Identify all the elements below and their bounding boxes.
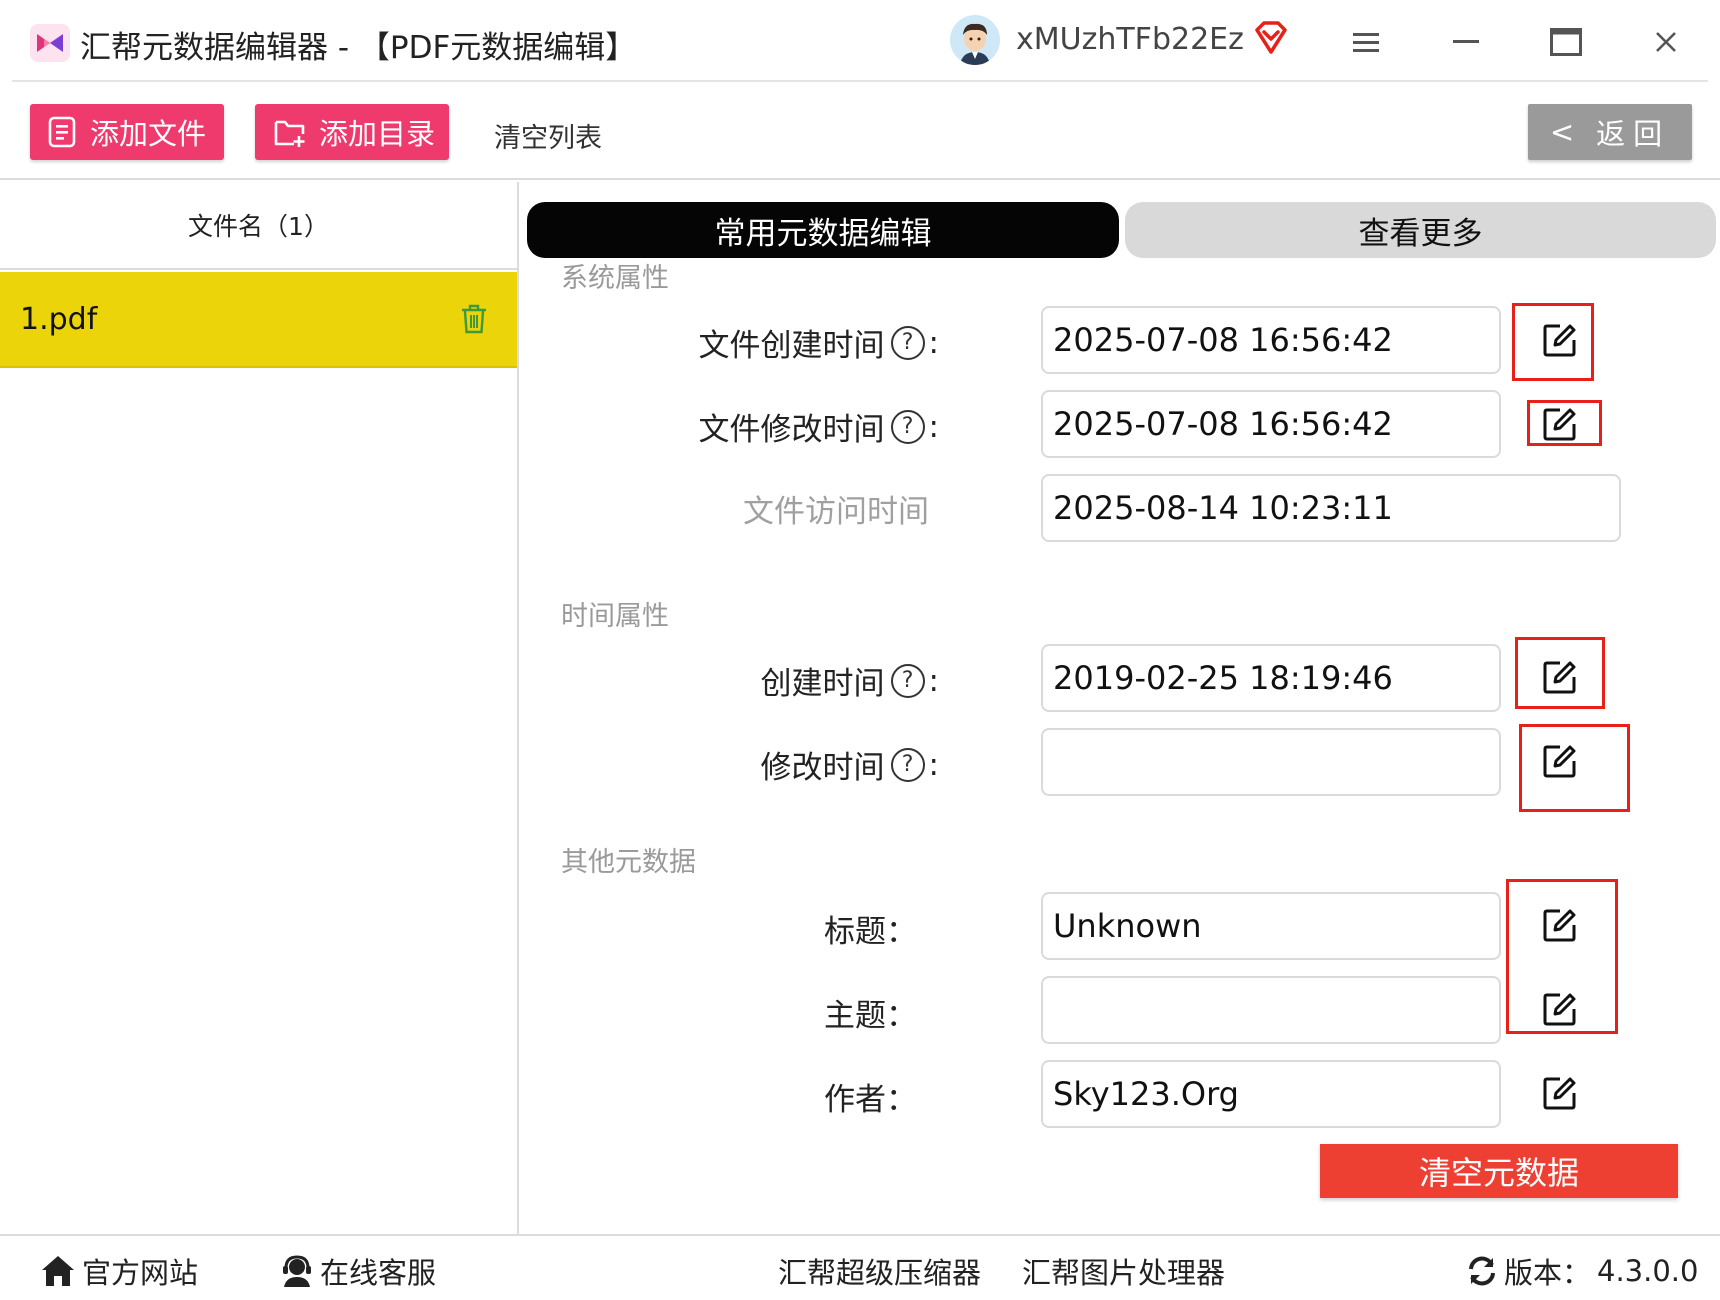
file-name: 1.pdf xyxy=(20,302,98,337)
subject-label: 主题： xyxy=(824,998,917,1034)
compressor-link[interactable]: 汇帮超级压缩器 xyxy=(778,1250,981,1292)
version-info[interactable]: 版本： 4.3.0.0 xyxy=(1466,1250,1698,1292)
file-list-panel: 文件名（1） 1.pdf xyxy=(0,182,519,1234)
title-label: 标题： xyxy=(824,914,917,950)
folder-add-icon xyxy=(274,120,305,147)
file-list-item[interactable]: 1.pdf xyxy=(0,272,517,368)
home-icon xyxy=(42,1256,74,1286)
add-file-label: 添加文件 xyxy=(90,117,207,151)
add-folder-label: 添加目录 xyxy=(319,117,436,151)
refresh-icon xyxy=(1469,1256,1495,1286)
section-title-system: 系统属性 xyxy=(561,263,669,294)
online-support-link[interactable]: 在线客服 xyxy=(280,1250,436,1292)
label-text: 修改时间 xyxy=(760,750,885,786)
maximize-icon[interactable] xyxy=(1544,20,1588,64)
section-title-time: 时间属性 xyxy=(561,601,669,632)
headset-icon xyxy=(283,1255,311,1287)
username: xMUzhTFb22Ez xyxy=(1016,22,1244,57)
menu-icon[interactable] xyxy=(1344,20,1388,64)
chevron-left-icon: < xyxy=(1549,115,1575,149)
vip-diamond-icon[interactable] xyxy=(1252,20,1290,56)
minimize-icon[interactable] xyxy=(1444,20,1488,64)
window-title: 汇帮元数据编辑器 - 【PDF元数据编辑】 xyxy=(80,30,637,66)
user-avatar[interactable] xyxy=(950,15,1000,65)
toolbar: 添加文件 添加目录 清空列表 < 返回 xyxy=(0,82,1720,180)
label-text: 文件修改时间 xyxy=(698,412,885,448)
section-title-other: 其他元数据 xyxy=(561,847,696,878)
label-text: 文件创建时间 xyxy=(698,328,885,364)
title-bar: 汇帮元数据编辑器 - 【PDF元数据编辑】 xMUzhTFb22Ez xyxy=(0,0,1720,82)
file-list-header: 文件名（1） xyxy=(0,182,517,270)
help-icon[interactable]: ? xyxy=(890,663,925,698)
file-created-field[interactable]: 2025-07-08 16:56:42 xyxy=(1041,306,1501,374)
image-tool-link[interactable]: 汇帮图片处理器 xyxy=(1022,1250,1225,1292)
tab-common-metadata[interactable]: 常用元数据编辑 xyxy=(527,202,1119,258)
online-support-label: 在线客服 xyxy=(320,1256,437,1290)
modified-time-field[interactable] xyxy=(1041,728,1501,796)
edit-icon[interactable] xyxy=(1542,743,1578,779)
created-time-field[interactable]: 2019-02-25 18:19:46 xyxy=(1041,644,1501,712)
author-field[interactable]: Sky123.Org xyxy=(1041,1060,1501,1128)
official-website-label: 官方网站 xyxy=(82,1256,199,1290)
help-icon[interactable]: ? xyxy=(890,409,925,444)
add-file-button[interactable]: 添加文件 xyxy=(30,104,224,160)
help-icon[interactable]: ? xyxy=(890,325,925,360)
file-accessed-field: 2025-08-14 10:23:11 xyxy=(1041,474,1621,542)
subject-field[interactable] xyxy=(1041,976,1501,1044)
version-label: 版本： xyxy=(1504,1256,1592,1290)
title-field[interactable]: Unknown xyxy=(1041,892,1501,960)
back-label: 返回 xyxy=(1596,117,1671,151)
close-icon[interactable] xyxy=(1644,20,1688,64)
author-label: 作者： xyxy=(824,1082,917,1118)
file-list-icon xyxy=(48,116,76,148)
metadata-panel: 常用元数据编辑 查看更多 系统属性 文件创建时间?: 2025-07-08 16… xyxy=(521,182,1720,1234)
version-number: 4.3.0.0 xyxy=(1597,1254,1699,1288)
trash-icon[interactable] xyxy=(460,304,490,336)
footer-bar: 官方网站 在线客服 汇帮超级压缩器 汇帮图片处理器 版本： 4.3.0.0 xyxy=(0,1234,1720,1300)
label-text: 创建时间 xyxy=(760,666,885,702)
clear-list-button[interactable]: 清空列表 xyxy=(494,116,602,155)
back-button[interactable]: < 返回 xyxy=(1528,104,1692,160)
file-accessed-label: 文件访问时间 xyxy=(743,494,929,530)
edit-icon[interactable] xyxy=(1542,991,1578,1027)
help-icon[interactable]: ? xyxy=(890,747,925,782)
file-modified-label: 文件修改时间?: xyxy=(699,404,939,449)
add-folder-button[interactable]: 添加目录 xyxy=(255,104,449,160)
app-logo-icon xyxy=(30,24,70,62)
file-modified-field[interactable]: 2025-07-08 16:56:42 xyxy=(1041,390,1501,458)
created-time-label: 创建时间?: xyxy=(761,658,939,703)
edit-icon[interactable] xyxy=(1542,1075,1578,1111)
clear-metadata-button[interactable]: 清空元数据 xyxy=(1320,1144,1678,1198)
edit-icon[interactable] xyxy=(1542,907,1578,943)
edit-icon[interactable] xyxy=(1542,406,1578,442)
edit-icon[interactable] xyxy=(1542,659,1578,695)
modified-time-label: 修改时间?: xyxy=(761,742,939,787)
file-created-label: 文件创建时间?: xyxy=(699,320,939,365)
edit-icon[interactable] xyxy=(1542,322,1578,358)
app-window: 汇帮元数据编辑器 - 【PDF元数据编辑】 xMUzhTFb22Ez 添加文件 … xyxy=(0,0,1720,1300)
official-website-link[interactable]: 官方网站 xyxy=(40,1250,198,1292)
tab-more[interactable]: 查看更多 xyxy=(1125,202,1716,258)
